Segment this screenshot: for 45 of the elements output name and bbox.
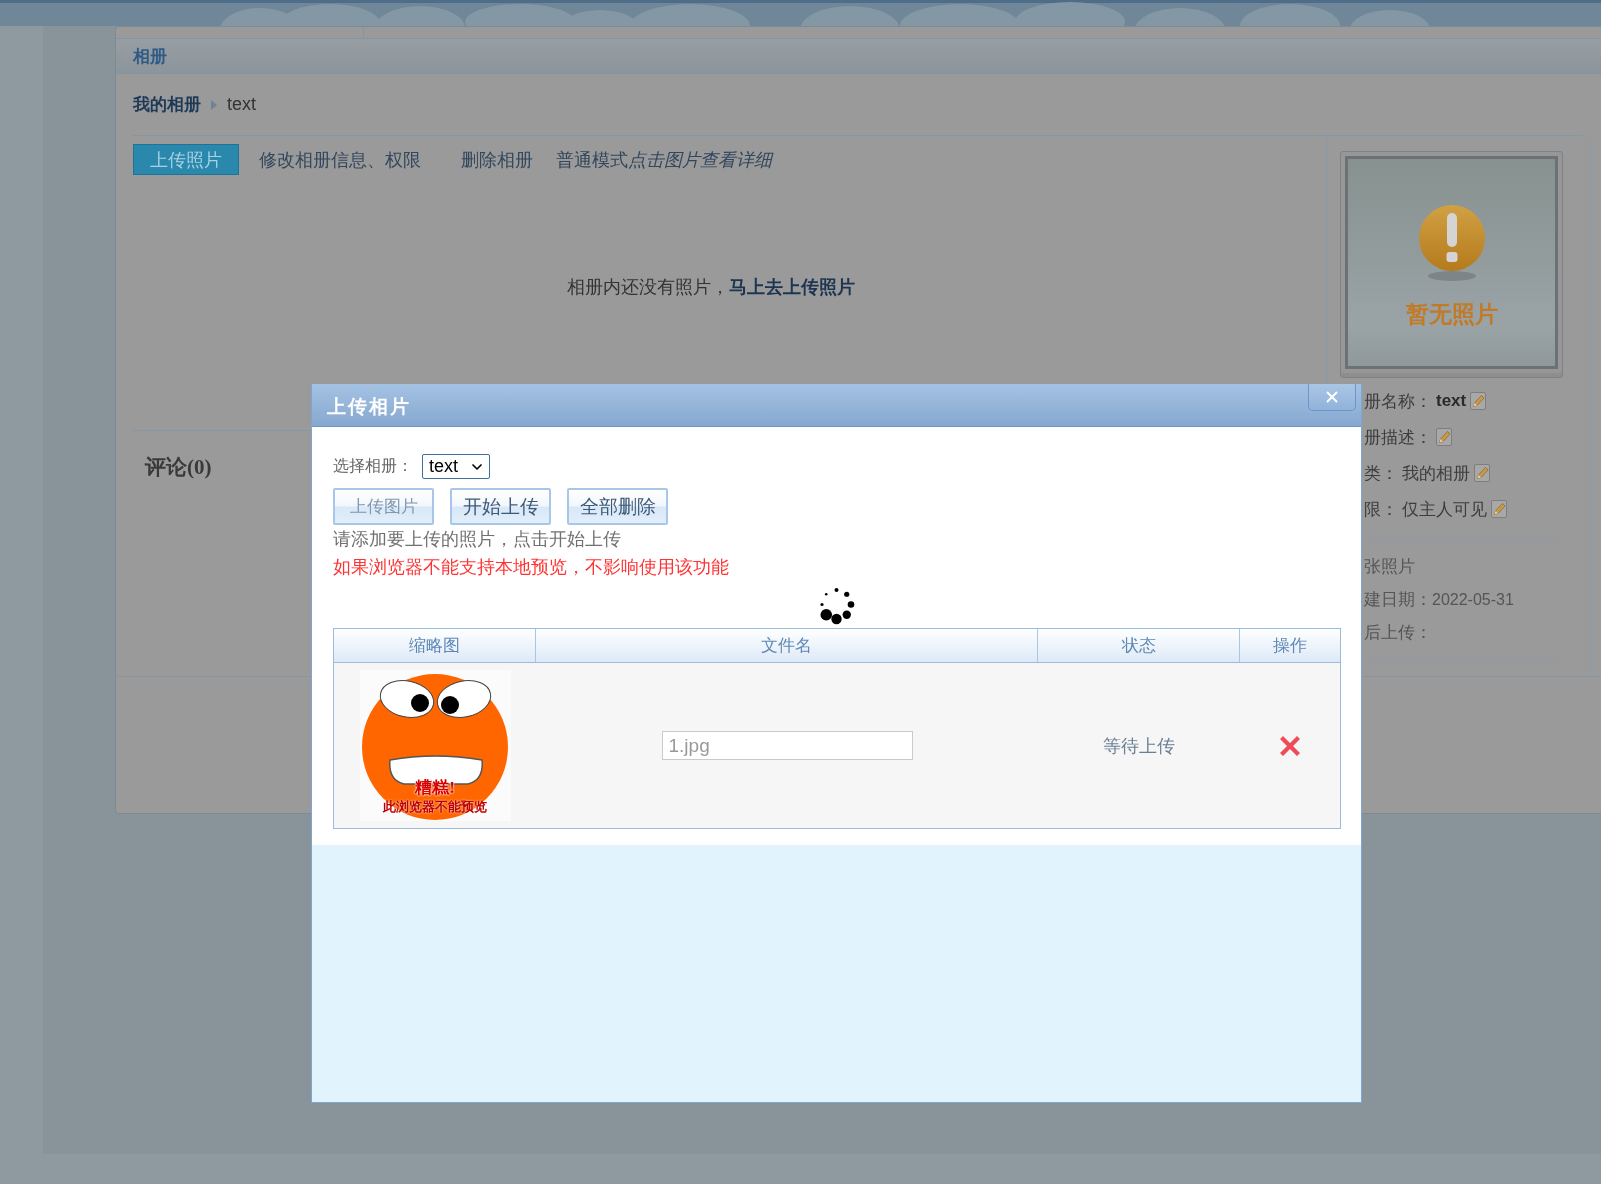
- no-photo-caption: 暂无照片: [1405, 301, 1498, 328]
- pencil-icon[interactable]: [1436, 428, 1452, 446]
- view-mode-hint: 点击图片查看详细: [628, 148, 772, 172]
- info-label: 限：: [1364, 498, 1398, 521]
- info-value: 我的相册: [1402, 462, 1470, 485]
- info-value: text: [1436, 391, 1467, 411]
- close-button[interactable]: [1308, 384, 1356, 411]
- breadcrumb-link[interactable]: 我的相册: [133, 93, 201, 116]
- info-label: 册名称：: [1364, 390, 1432, 413]
- delete-icon[interactable]: [1280, 735, 1300, 756]
- column-header: 文件名: [536, 629, 1038, 662]
- info-value: 仅主人可见: [1402, 498, 1487, 521]
- dialog-title: 上传相片: [327, 394, 411, 419]
- column-header: 缩略图: [334, 629, 536, 662]
- pencil-icon[interactable]: [1470, 392, 1487, 410]
- breadcrumb-current: text: [227, 94, 256, 115]
- file-name-field[interactable]: 1.jpg: [661, 731, 913, 760]
- column-header: 状态: [1038, 629, 1240, 662]
- column-header: 操作: [1240, 629, 1340, 662]
- pencil-icon[interactable]: [1491, 500, 1507, 518]
- thumbnail-caption: 此浏览器不能预览: [382, 799, 488, 814]
- stat-label: 张照片: [1364, 556, 1415, 578]
- tab[interactable]: 删除相册: [441, 144, 553, 175]
- status-text: 等待上传: [1103, 734, 1175, 758]
- album-select[interactable]: text: [422, 454, 490, 479]
- tab[interactable]: 修改相册信息、权限: [239, 144, 441, 175]
- upload-hint: 请添加要上传的照片，点击开始上传: [333, 528, 622, 551]
- tab[interactable]: 上传照片: [133, 144, 239, 175]
- upload-photos-link[interactable]: 马上去上传照片: [729, 277, 855, 297]
- dialog-button[interactable]: 开始上传: [450, 488, 551, 525]
- warning-icon: [1418, 205, 1485, 281]
- stat-label: 后上传：: [1364, 622, 1432, 644]
- breadcrumb-arrow-icon: [211, 99, 217, 110]
- pencil-icon[interactable]: [1474, 464, 1490, 482]
- preview-warning: 如果浏览器不能支持本地预览，不影响使用该功能: [333, 556, 730, 579]
- info-label: 册描述：: [1364, 426, 1432, 449]
- comments-heading: 评论(0): [145, 454, 212, 481]
- stat-label: 建日期：: [1364, 589, 1432, 611]
- dialog-button[interactable]: 全部删除: [567, 488, 668, 525]
- album-select-label: 选择相册：: [333, 456, 413, 476]
- info-label: 类：: [1364, 462, 1398, 485]
- section-title: 相册: [133, 45, 167, 68]
- empty-album-message: 相册内还没有照片，马上去上传照片: [567, 276, 855, 299]
- view-mode-label: 普通模式: [556, 148, 628, 172]
- stat-value: 2022-05-31: [1432, 590, 1514, 609]
